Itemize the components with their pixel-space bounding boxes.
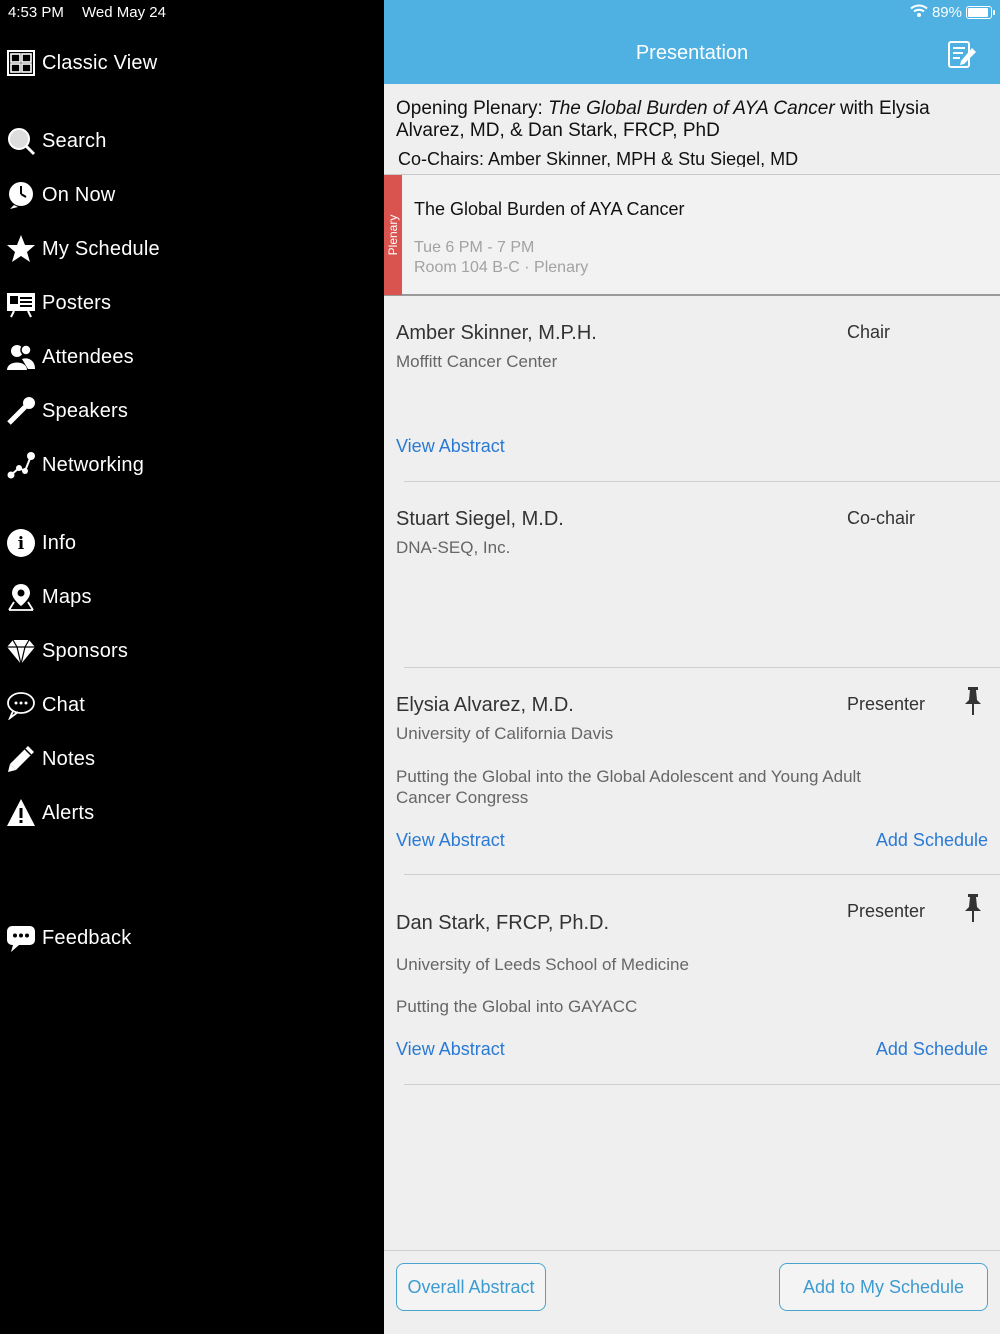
sidebar-item-info[interactable]: i Info	[4, 523, 76, 563]
person-name: Stuart Siegel, M.D.	[396, 508, 564, 530]
sidebar-item-label: Attendees	[42, 345, 134, 368]
session-time: Tue 6 PM - 7 PM	[414, 239, 535, 256]
search-icon	[4, 124, 38, 158]
session-room: Room 104 B-C · Plenary	[414, 259, 589, 276]
sidebar-item-label: Sponsors	[42, 639, 129, 662]
sidebar-item-my-schedule[interactable]: My Schedule	[4, 229, 160, 269]
sidebar-item-label: My Schedule	[42, 237, 160, 260]
people-icon	[4, 340, 38, 374]
chat-bubble-icon	[4, 688, 38, 722]
list-item: Presenter Dan Stark, FRCP, Ph.D. Univers…	[384, 875, 1000, 1085]
sidebar-item-search[interactable]: Search	[4, 121, 107, 161]
feedback-bubble-icon	[4, 921, 38, 955]
sidebar-item-speakers[interactable]: Speakers	[4, 391, 128, 431]
talk-title: Putting the Global into GAYACC	[396, 997, 638, 1016]
sidebar-item-networking[interactable]: Networking	[4, 445, 144, 485]
wifi-icon	[910, 4, 928, 21]
page-title: Presentation	[635, 42, 749, 64]
battery-icon	[966, 6, 995, 19]
person-role: Presenter	[847, 901, 926, 921]
sidebar-item-posters[interactable]: Posters	[4, 283, 111, 323]
overall-abstract-button[interactable]: Overall Abstract	[396, 1263, 546, 1311]
view-abstract-link[interactable]: View Abstract	[396, 1039, 505, 1060]
person-affiliation: Moffitt Cancer Center	[396, 352, 558, 371]
list-item: Stuart Siegel, M.D. Co-chair DNA-SEQ, In…	[384, 482, 1000, 668]
sidebar-item-on-now[interactable]: On Now	[4, 175, 115, 215]
warning-icon	[4, 796, 38, 830]
sidebar-item-notes[interactable]: Notes	[4, 739, 95, 779]
session-type-tag: Plenary	[384, 175, 402, 295]
person-role: Chair	[847, 322, 891, 342]
person-affiliation: University of California Davis	[396, 724, 614, 743]
sidebar-item-label: Search	[42, 129, 107, 152]
sidebar-item-label: Speakers	[42, 399, 129, 422]
sidebar-item-label: Classic View	[42, 51, 158, 74]
pin-icon[interactable]	[962, 893, 984, 923]
list-item: Amber Skinner, M.P.H. Chair Moffitt Canc…	[384, 296, 1000, 482]
sidebar-item-feedback[interactable]: Feedback	[4, 918, 131, 958]
talk-title: Putting the Global into the Global Adole…	[396, 767, 862, 807]
session-type-label: Plenary	[386, 214, 400, 256]
person-role: Presenter	[847, 694, 926, 714]
person-role: Co-chair	[847, 508, 916, 528]
session-title: The Global Burden of AYA Cancer	[414, 199, 685, 219]
sidebar-item-label: Feedback	[42, 926, 132, 949]
session-card[interactable]: Plenary The Global Burden of AYA Cancer …	[384, 174, 1000, 296]
view-abstract-link[interactable]: View Abstract	[396, 436, 505, 457]
list-item: Elysia Alvarez, M.D. Presenter Universit…	[384, 668, 1000, 874]
add-schedule-link[interactable]: Add Schedule	[876, 1039, 988, 1060]
sidebar-item-attendees[interactable]: Attendees	[4, 337, 134, 377]
clock-icon	[4, 178, 38, 212]
person-name: Dan Stark, FRCP, Ph.D.	[396, 912, 610, 934]
network-icon	[4, 448, 38, 482]
poster-board-icon	[4, 286, 38, 320]
person-name: Elysia Alvarez, M.D.	[396, 694, 574, 716]
status-time-date: 4:53 PM Wed May 24	[8, 4, 180, 21]
star-icon	[4, 232, 38, 266]
status-time: 4:53 PM	[8, 4, 64, 21]
sidebar-item-label: On Now	[42, 183, 116, 206]
notes-edit-icon[interactable]	[946, 38, 978, 70]
pencil-icon	[4, 742, 38, 776]
sidebar-item-label: Networking	[42, 453, 145, 476]
main-panel: 89% Presentation Opening Plenary: The Gl…	[384, 0, 1000, 1334]
heading-italic-title: The Global Burden of AYA Cancer	[548, 98, 835, 119]
add-schedule-link[interactable]: Add Schedule	[876, 830, 988, 851]
sidebar-item-alerts[interactable]: Alerts	[4, 793, 94, 833]
svg-text:i: i	[18, 534, 25, 554]
microphone-icon	[4, 394, 38, 428]
presentation-heading: Opening Plenary: The Global Burden of AY…	[396, 98, 986, 142]
battery-percent: 89%	[931, 4, 962, 21]
sidebar-item-label: Maps	[42, 585, 92, 608]
bottom-action-bar: Overall Abstract Add to My Schedule	[384, 1250, 1000, 1334]
status-date: Wed May 24	[82, 4, 166, 21]
status-indicators: 89%	[910, 4, 995, 21]
map-pin-icon	[4, 580, 38, 614]
sidebar-item-chat[interactable]: Chat	[4, 685, 85, 725]
person-affiliation: University of Leeds School of Medicine	[396, 955, 689, 974]
person-name: Amber Skinner, M.P.H.	[396, 322, 597, 344]
sidebar-item-maps[interactable]: Maps	[4, 577, 92, 617]
sidebar-item-label: Chat	[42, 693, 86, 716]
diamond-icon	[4, 634, 38, 668]
view-abstract-link[interactable]: View Abstract	[396, 830, 505, 851]
info-icon: i	[4, 526, 38, 560]
sidebar-item-label: Alerts	[42, 801, 95, 824]
sidebar-item-classic-view[interactable]: Classic View	[4, 43, 157, 83]
sidebar-item-label: Notes	[42, 747, 96, 770]
pin-icon[interactable]	[962, 686, 984, 716]
cochairs-text: Co-Chairs: Amber Skinner, MPH & Stu Sieg…	[398, 149, 799, 167]
sidebar-item-label: Info	[42, 531, 77, 554]
add-to-my-schedule-button[interactable]: Add to My Schedule	[779, 1263, 988, 1311]
sidebar-item-label: Posters	[42, 291, 112, 314]
heading-prefix: Opening Plenary:	[396, 98, 549, 119]
grid-icon	[4, 46, 38, 80]
sidebar: 4:53 PM Wed May 24 Classic View Search O…	[0, 0, 384, 1334]
header-bar: 89% Presentation	[384, 0, 1000, 84]
divider	[404, 1084, 1000, 1085]
sidebar-item-sponsors[interactable]: Sponsors	[4, 631, 128, 671]
person-affiliation: DNA-SEQ, Inc.	[396, 538, 511, 557]
